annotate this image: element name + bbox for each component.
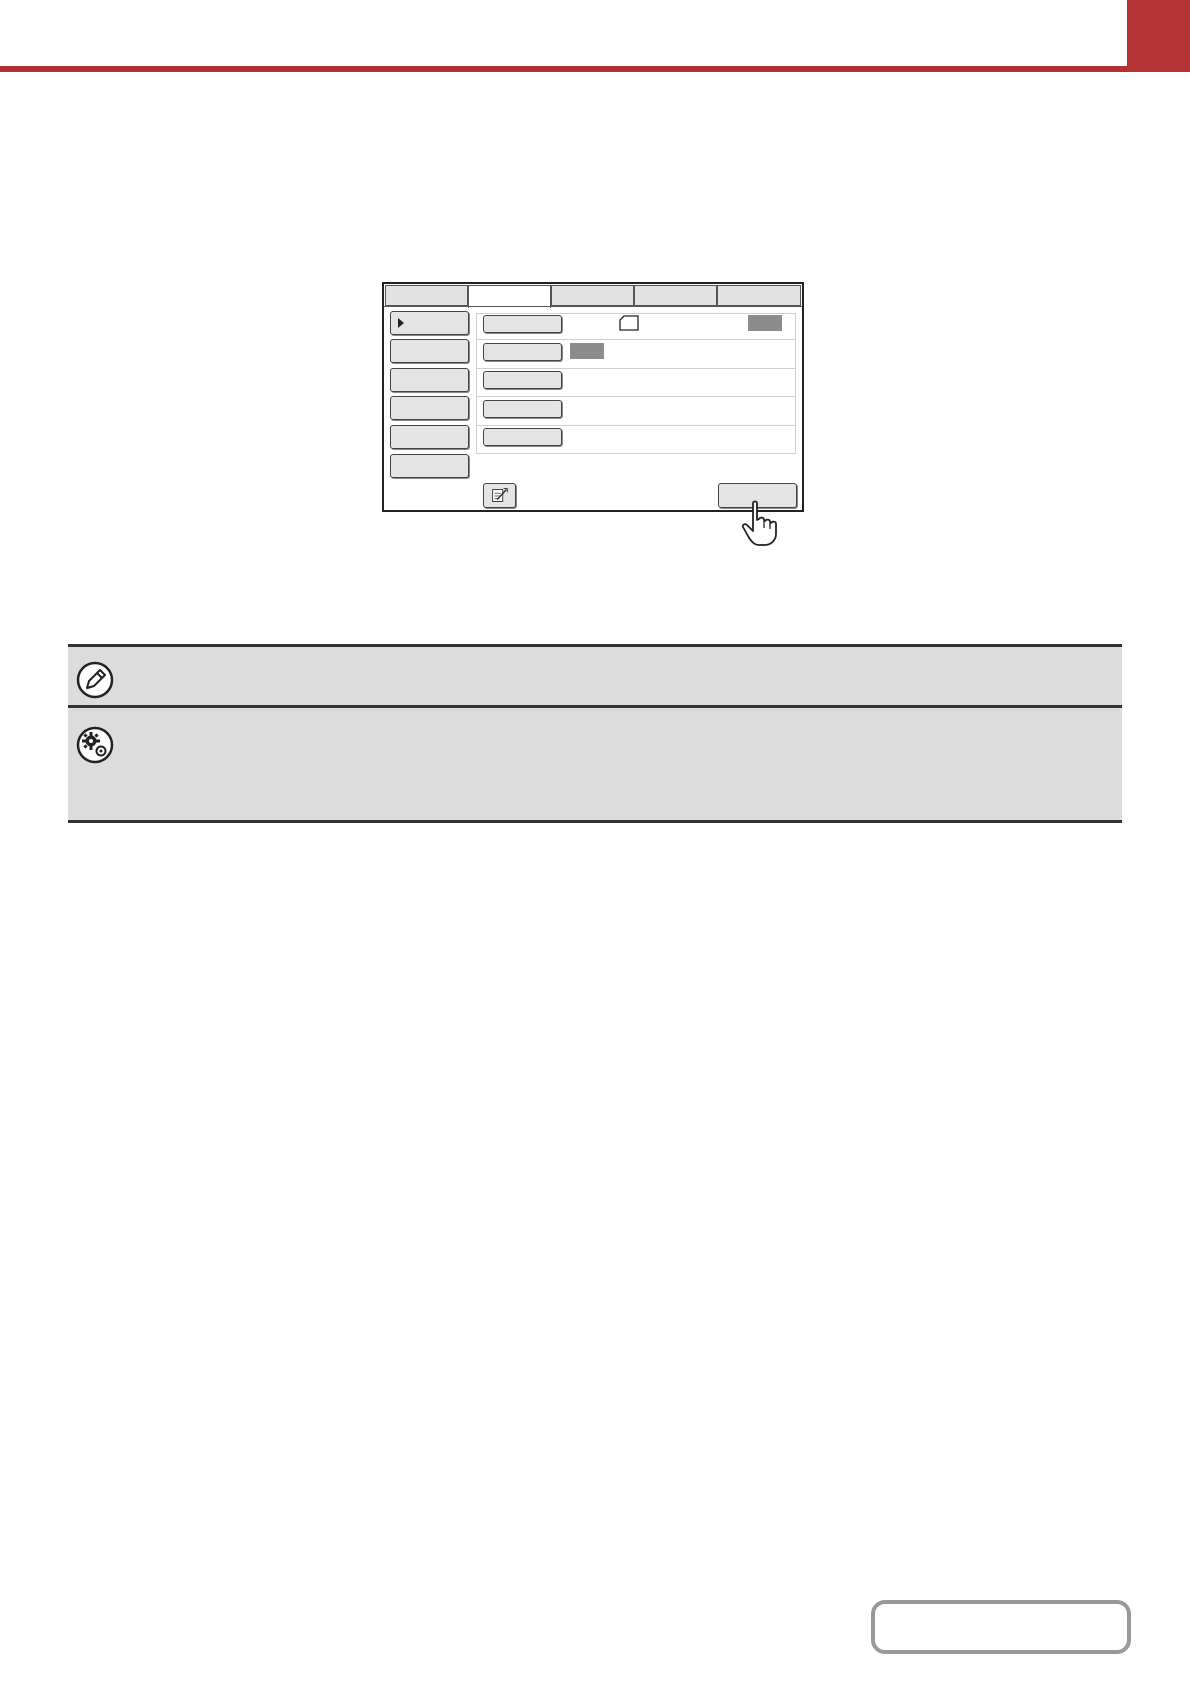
tab-rule — [384, 306, 802, 307]
side-button-6 — [390, 454, 469, 478]
row-button-1 — [483, 315, 562, 333]
panel-tab-2 — [468, 285, 551, 308]
header-rule — [0, 66, 1190, 72]
side-button-3 — [390, 368, 469, 392]
edit-button — [483, 483, 516, 508]
panel-tab-5 — [717, 285, 801, 306]
side-button-4 — [390, 396, 469, 420]
value-indicator — [570, 343, 604, 359]
pencil-note-icon — [76, 661, 114, 699]
side-button-2 — [390, 339, 469, 363]
panel-tab-3 — [551, 285, 634, 306]
edit-icon — [492, 488, 508, 502]
side-button-5 — [390, 425, 469, 449]
paper-size-icon — [619, 315, 639, 331]
side-button-1 — [390, 311, 469, 335]
touch-panel-illustration — [382, 282, 804, 512]
panel-tab-1 — [385, 285, 468, 306]
selected-arrow-icon — [398, 318, 404, 328]
row-button-5 — [483, 428, 562, 446]
contents-button[interactable] — [871, 1600, 1131, 1654]
row-divider — [476, 339, 796, 340]
gear-settings-icon — [76, 726, 114, 764]
row-divider — [476, 425, 796, 426]
row-divider — [476, 396, 796, 397]
row-button-3 — [483, 371, 562, 389]
row-divider — [476, 368, 796, 369]
row-button-4 — [483, 400, 562, 418]
row-button-2 — [483, 343, 562, 361]
note-box — [68, 644, 1122, 708]
hand-pointer-icon — [741, 500, 777, 546]
system-settings-box — [68, 708, 1122, 823]
chapter-tab — [1127, 0, 1190, 72]
panel-tab-4 — [634, 285, 717, 306]
value-indicator — [748, 315, 782, 331]
